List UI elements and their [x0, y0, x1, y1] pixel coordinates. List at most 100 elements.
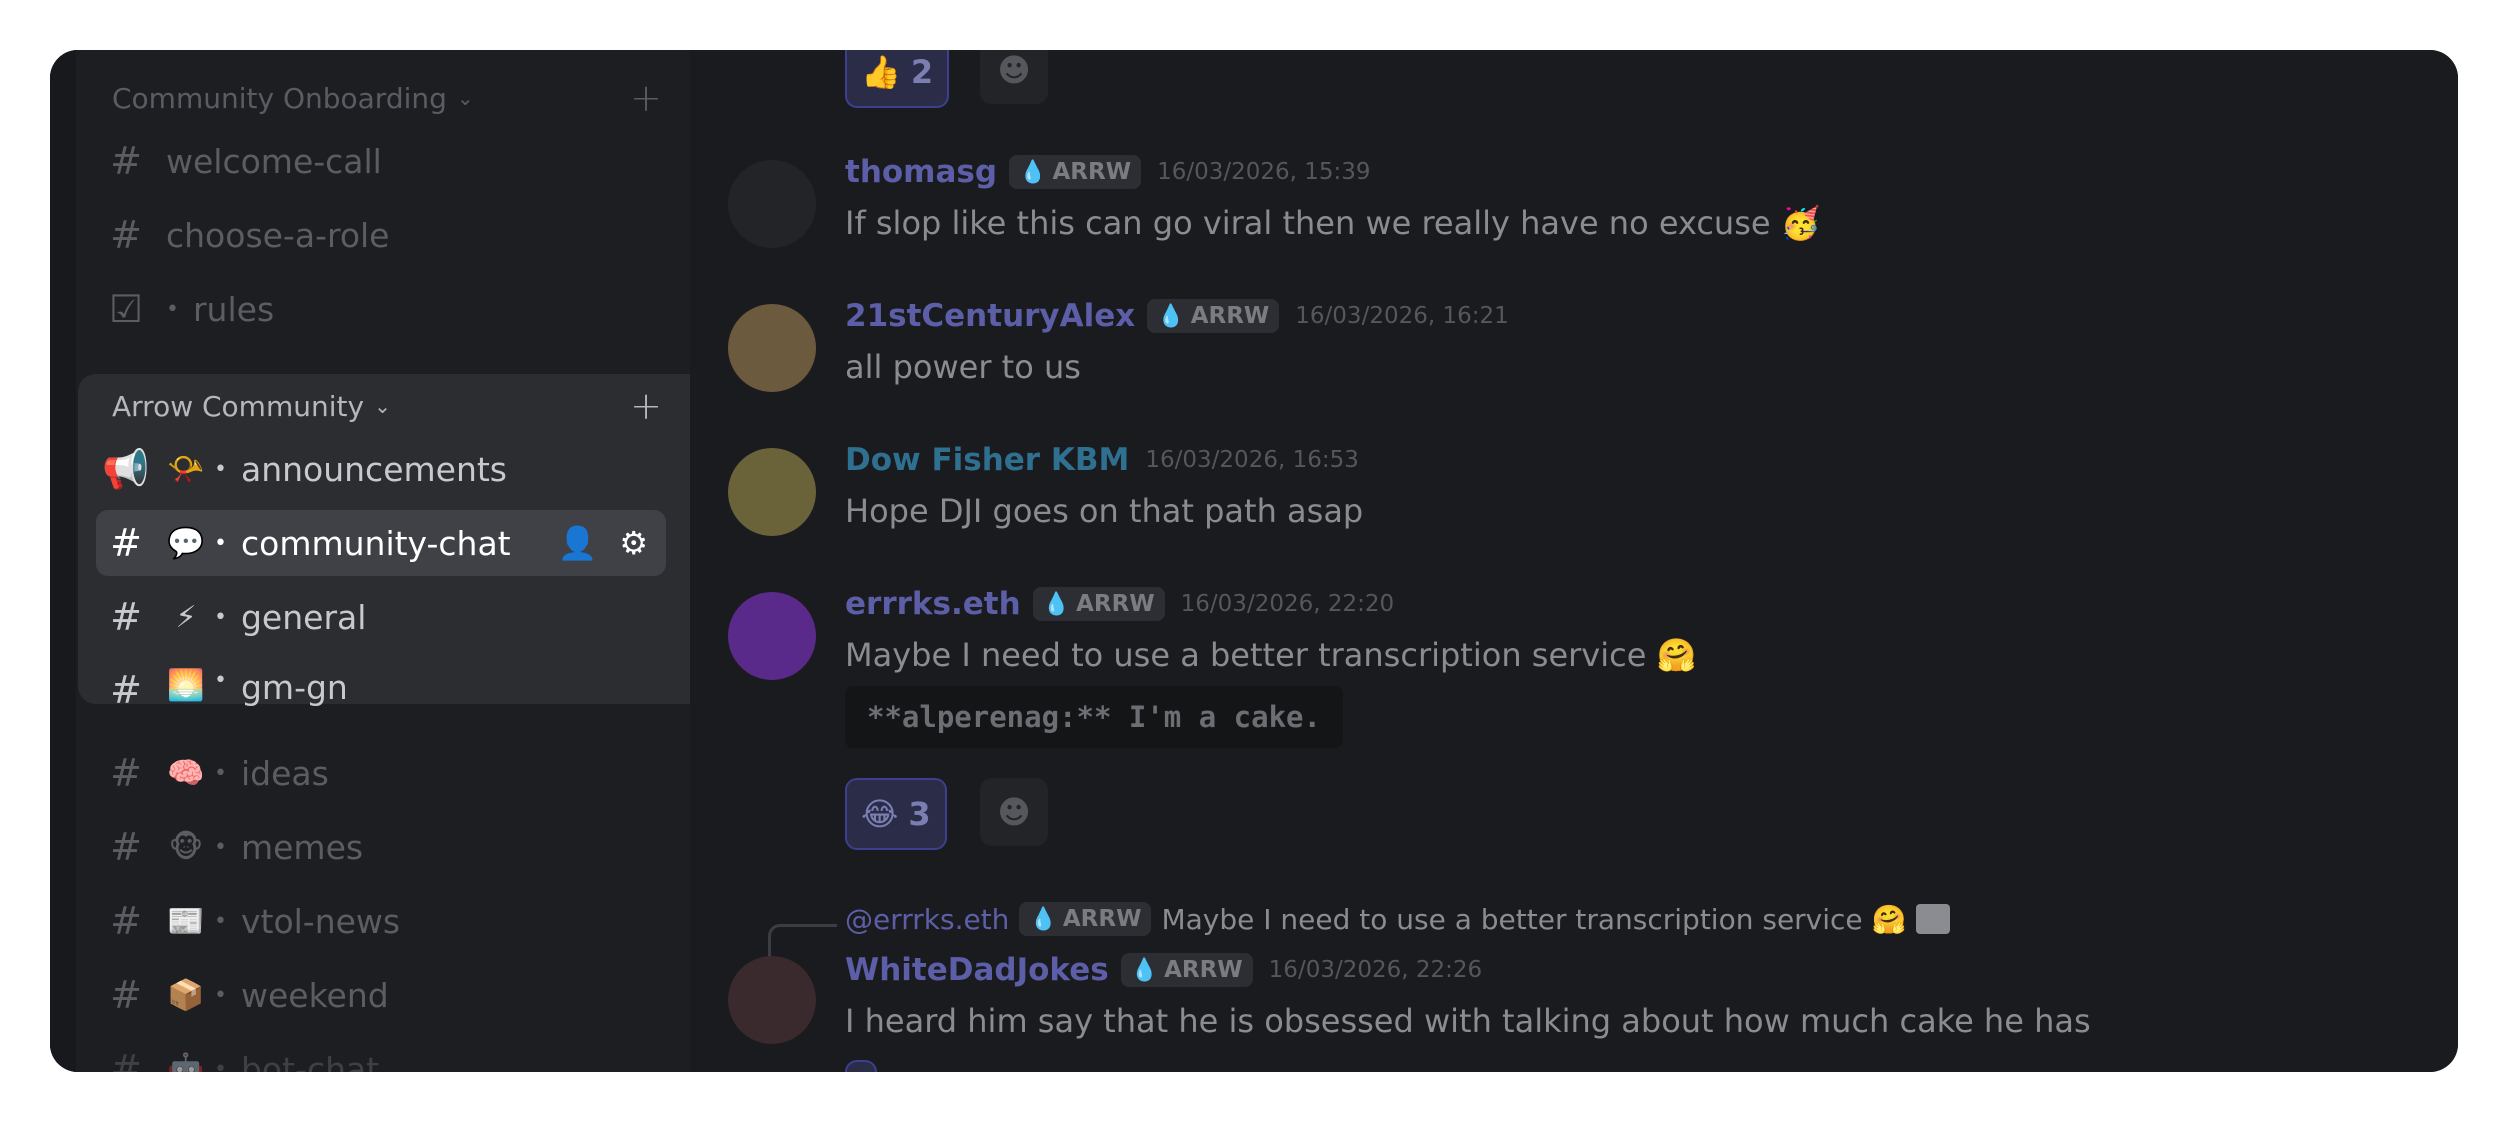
username[interactable]: 21stCenturyAlex	[845, 298, 1135, 334]
channel-label: weekend	[240, 975, 389, 1015]
channel-emoji: 📰	[167, 903, 205, 939]
timestamp: 16/03/2026, 22:26	[1268, 957, 1483, 983]
message-text: all power to us	[845, 348, 1081, 386]
gear-icon[interactable]: ⚙	[619, 524, 648, 562]
channel-vtol-news[interactable]: # 📰 • vtol-news	[96, 888, 666, 954]
category-arrow-community[interactable]: Arrow Community ⌄ +	[112, 384, 662, 428]
reply-preview[interactable]: @errrks.eth 💧 ARRW Maybe I need to use a …	[845, 902, 1951, 936]
channel-label: general	[240, 597, 367, 637]
channel-announcements[interactable]: 📢 📯 • announcements	[96, 436, 666, 502]
avatar[interactable]	[728, 592, 816, 680]
separator-dot: •	[214, 834, 227, 860]
reaction-thumbs-up[interactable]: 👍 2	[845, 50, 950, 108]
channel-emoji: 🌅	[167, 668, 205, 703]
username[interactable]: thomasg	[845, 154, 997, 190]
message-text: Maybe I need to use a better transcripti…	[845, 636, 1697, 674]
role-badge: 💧 ARRW	[1120, 953, 1253, 987]
droplet-icon: 💧	[1042, 591, 1071, 617]
avatar[interactable]	[728, 448, 816, 536]
channel-emoji: 🐵	[168, 829, 204, 865]
message-header: WhiteDadJokes 💧 ARRW 16/03/2026, 22:26	[845, 952, 1482, 988]
avatar[interactable]	[728, 304, 816, 392]
channel-rules[interactable]: ☑ • rules	[96, 276, 666, 342]
timestamp: 16/03/2026, 16:21	[1295, 303, 1509, 329]
droplet-icon: 💧	[1130, 957, 1159, 983]
add-channel-icon[interactable]: +	[630, 76, 662, 120]
hash-icon: #	[110, 1047, 142, 1072]
avatar[interactable]	[728, 956, 816, 1044]
separator-dot: •	[214, 668, 227, 693]
invite-user-icon[interactable]: 👤	[557, 524, 597, 562]
reaction-emoji: 😂	[861, 795, 899, 833]
channel-community-chat[interactable]: # 💬 • community-chat 👤 ⚙	[96, 510, 666, 576]
add-reaction-button[interactable]: ☻	[980, 50, 1048, 104]
channel-ideas[interactable]: # 🧠 • ideas	[96, 740, 666, 806]
message-text: Hope DJI goes on that path asap	[845, 492, 1364, 530]
hash-icon: #	[110, 751, 142, 795]
category-label: Arrow Community	[112, 389, 365, 423]
channel-gm-gn[interactable]: # 🌅 • gm-gn	[96, 658, 666, 714]
code-block: **alperenag:** I'm a cake.	[845, 686, 1343, 748]
separator-dot: •	[214, 982, 227, 1008]
channel-label: choose-a-role	[166, 215, 390, 255]
droplet-icon: 💧	[1157, 303, 1185, 329]
channel-label: memes	[240, 827, 364, 867]
channel-emoji: 🧠	[167, 755, 205, 791]
channel-label: welcome-call	[166, 141, 382, 181]
add-channel-icon[interactable]: +	[630, 384, 662, 428]
reaction-partial[interactable]	[845, 1060, 877, 1072]
reply-text: Maybe I need to use a better transcripti…	[1161, 902, 1907, 936]
channel-label: ideas	[240, 753, 329, 793]
channel-actions: 👤 ⚙	[557, 524, 648, 562]
discord-window: Community Onboarding ⌄ + # welcome-call …	[50, 50, 2458, 1072]
hash-icon: #	[110, 825, 142, 869]
chevron-down-icon: ⌄	[456, 86, 474, 110]
chevron-down-icon: ⌄	[374, 394, 391, 418]
separator-dot: •	[214, 604, 227, 630]
channel-sidebar: Community Onboarding ⌄ + # welcome-call …	[50, 50, 766, 1072]
channel-label: vtol-news	[240, 901, 401, 941]
channel-bot-chat[interactable]: # 🤖 • bot-chat	[96, 1036, 666, 1072]
message-list[interactable]: 👍 2 ☻ thomasg 💧 ARRW 16/03/2026, 15:39 If…	[690, 50, 2458, 1072]
channel-welcome-call[interactable]: # welcome-call	[96, 128, 666, 194]
separator-dot: •	[214, 530, 227, 556]
channel-memes[interactable]: # 🐵 • memes	[96, 814, 666, 880]
channel-label: community-chat	[240, 523, 511, 563]
hash-icon: #	[110, 973, 142, 1017]
avatar[interactable]	[728, 160, 816, 248]
channel-weekend[interactable]: # 📦 • weekend	[96, 962, 666, 1028]
category-community-onboarding[interactable]: Community Onboarding ⌄ +	[112, 76, 662, 120]
hash-icon: #	[110, 668, 142, 712]
badge-label: ARRW	[1190, 303, 1270, 329]
channel-general[interactable]: # ⚡ • general	[96, 584, 666, 650]
smiley-icon: ☻	[997, 51, 1031, 89]
username[interactable]: errrks.eth	[845, 586, 1021, 622]
message-header: Dow Fisher KBM 16/03/2026, 16:53	[845, 442, 1359, 478]
timestamp: 16/03/2026, 22:20	[1180, 591, 1395, 617]
message-header: errrks.eth 💧 ARRW 16/03/2026, 22:20	[845, 586, 1394, 622]
reaction-laughing[interactable]: 😂 3	[845, 778, 947, 850]
username[interactable]: Dow Fisher KBM	[845, 442, 1129, 478]
timestamp: 16/03/2026, 16:53	[1145, 447, 1359, 473]
channel-emoji: 📯	[167, 451, 205, 487]
separator-dot: •	[214, 760, 227, 786]
message-header: 21stCenturyAlex 💧 ARRW 16/03/2026, 16:21	[845, 298, 1509, 334]
channel-emoji: ⚡	[175, 599, 197, 635]
badge-label: ARRW	[1052, 159, 1132, 185]
badge-label: ARRW	[1062, 906, 1142, 932]
reaction-emoji: 👍	[861, 53, 901, 91]
highlighted-category-panel: Arrow Community ⌄ + 📢 📯 • announcements …	[78, 374, 766, 712]
role-badge: 💧 ARRW	[1019, 902, 1152, 936]
message-text: If slop like this can go viral then we r…	[845, 204, 1821, 242]
reply-username[interactable]: @errrks.eth	[845, 903, 1009, 936]
role-badge: 💧 ARRW	[1147, 299, 1280, 333]
hash-icon: #	[110, 521, 142, 565]
separator-dot: •	[214, 1056, 227, 1073]
separator-dot: •	[166, 296, 179, 322]
username[interactable]: WhiteDadJokes	[845, 952, 1109, 988]
channel-label: bot-chat	[240, 1049, 380, 1073]
droplet-icon: 💧	[1029, 906, 1057, 932]
channel-label: rules	[192, 289, 275, 329]
channel-choose-a-role[interactable]: # choose-a-role	[96, 202, 666, 268]
add-reaction-button[interactable]: ☻	[980, 778, 1048, 846]
